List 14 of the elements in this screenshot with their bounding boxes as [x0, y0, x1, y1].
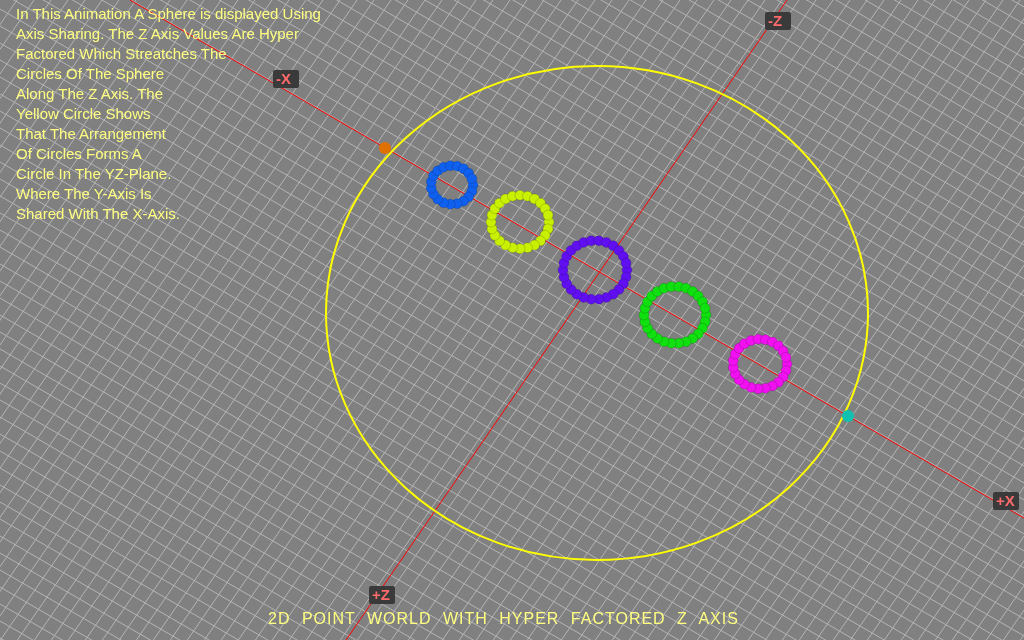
description-line: That The Arrangement: [16, 124, 166, 144]
description-line: Factored Which Streatches The: [16, 44, 227, 64]
axis-label: +X: [996, 492, 1015, 509]
caption-text: 2D POINT WORLD WITH HYPER FACTORED Z AXIS: [268, 609, 739, 629]
description-line: Where The Y-Axis Is: [16, 184, 152, 204]
description-line: Shared With The X-Axis.: [16, 204, 180, 224]
description-line: Along The Z Axis. The: [16, 84, 164, 104]
description-line: Yellow Circle Shows: [16, 104, 151, 124]
description-line: Circle In The YZ-Plane.: [16, 164, 172, 184]
description-line: Circles Of The Sphere: [16, 64, 165, 84]
axis-label: +Z: [372, 586, 390, 603]
axis-label: -Z: [768, 12, 783, 29]
description-line: Of Circles Forms A: [16, 144, 142, 164]
axis-label: -X: [276, 70, 291, 87]
